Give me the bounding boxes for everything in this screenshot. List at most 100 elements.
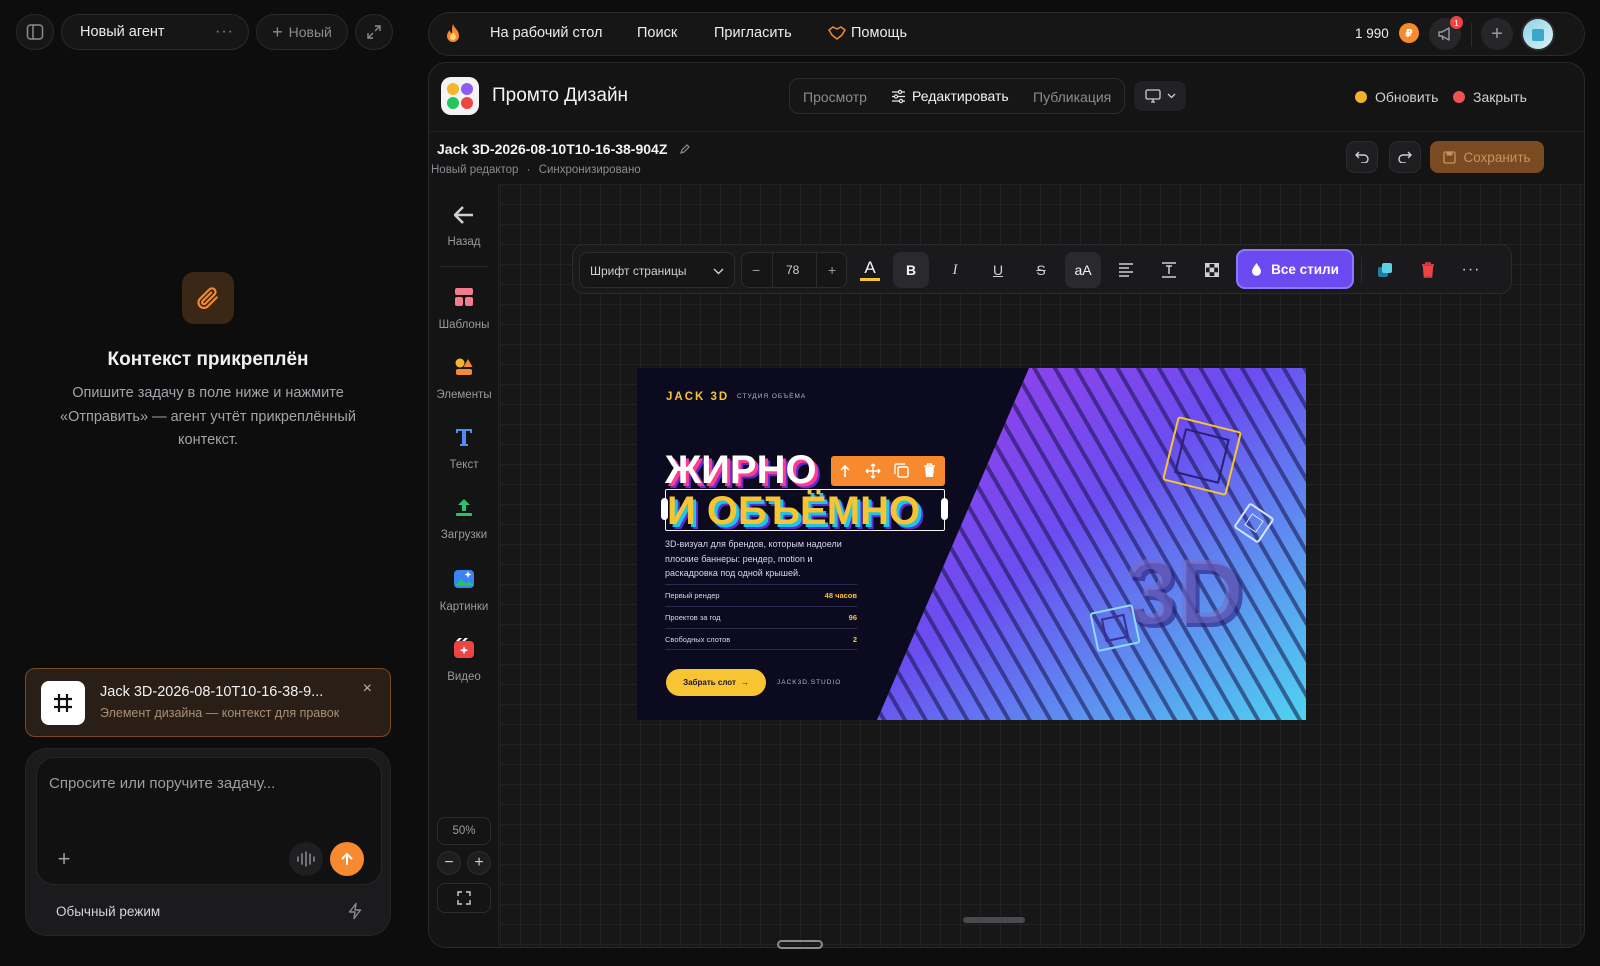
strikethrough-button[interactable]: S	[1023, 252, 1059, 288]
coin-icon: ₽	[1399, 23, 1419, 43]
rail-text[interactable]: Текст	[429, 427, 499, 471]
tool-rail: Назад Шаблоны Элементы Текст Загрузки Ка…	[429, 184, 499, 947]
move-up-icon[interactable]	[839, 464, 851, 478]
align-button[interactable]	[1108, 252, 1144, 288]
new-agent-button[interactable]: + Новый	[256, 14, 348, 50]
art-big-3d[interactable]: 3D	[1125, 546, 1243, 638]
close-label: Закрыть	[1473, 89, 1527, 105]
device-selector[interactable]	[1134, 81, 1186, 111]
agent-selector[interactable]: Новый агент ···	[61, 14, 249, 50]
redo-button[interactable]	[1389, 141, 1421, 173]
font-size-input[interactable]: 78	[786, 263, 799, 277]
agent-name: Новый агент	[80, 24, 165, 40]
stat-value: 96	[848, 613, 857, 622]
fit-screen-button[interactable]	[437, 883, 491, 913]
zoom-out-button[interactable]: −	[437, 851, 461, 875]
transparency-button[interactable]	[1194, 252, 1230, 288]
strikethrough-label: S	[1036, 262, 1046, 278]
avatar-figure	[1532, 29, 1544, 41]
separator: ·	[526, 164, 531, 176]
more-icon[interactable]: ···	[215, 23, 234, 41]
lightning-icon[interactable]	[346, 902, 364, 920]
text-color-button[interactable]: A	[852, 252, 888, 288]
mode-selector[interactable]: Обычный режим	[56, 904, 160, 919]
art-description[interactable]: 3D-визуал для брендов, которым надоели п…	[665, 537, 867, 581]
bottom-home-indicator[interactable]	[777, 940, 823, 949]
bold-button[interactable]: B	[893, 252, 929, 288]
art-headline-1[interactable]: ЖИРНО	[665, 450, 817, 490]
help-link[interactable]: Помощь	[851, 25, 907, 41]
move-icon[interactable]	[865, 463, 881, 479]
tab-publish[interactable]: Публикация	[1033, 89, 1111, 105]
drop-icon	[1252, 263, 1262, 276]
chat-input-area: Спросите или поручите задачу... +	[36, 757, 382, 885]
send-button[interactable]	[330, 842, 364, 876]
design-canvas[interactable]: Шрифт страницы − 78 + A B I U S aA Все с…	[500, 184, 1584, 947]
invite-link[interactable]: Пригласить	[714, 25, 792, 41]
undo-button[interactable]	[1346, 141, 1378, 173]
stat-value: 48 часов	[824, 591, 857, 600]
rail-elements[interactable]: Элементы	[429, 357, 499, 401]
sync-status: Синхронизировано	[538, 164, 641, 176]
rail-uploads[interactable]: Загрузки	[429, 497, 499, 541]
tab-view[interactable]: Просмотр	[803, 89, 867, 105]
trash-icon[interactable]	[923, 463, 936, 478]
pencil-icon[interactable]	[679, 143, 691, 155]
rail-video[interactable]: Видео	[429, 637, 499, 683]
document-title[interactable]: Jack 3D-2026-08-10T10-16-38-904Z	[437, 141, 667, 157]
rail-back[interactable]: Назад	[429, 206, 499, 248]
delete-button[interactable]	[1410, 252, 1446, 288]
more-options-button[interactable]: ···	[1453, 252, 1489, 288]
shapes-icon	[455, 358, 473, 375]
attachment-card[interactable]: Jack 3D-2026-08-10T10-16-38-9... Элемент…	[25, 668, 391, 737]
italic-label: I	[952, 261, 958, 278]
add-attachment-button[interactable]: +	[49, 844, 79, 874]
balance-amount: 1 990	[1355, 26, 1389, 41]
save-label: Сохранить	[1463, 149, 1531, 165]
rail-images[interactable]: Картинки	[429, 567, 499, 613]
text-case-button[interactable]: aA	[1065, 252, 1101, 288]
font-family-select[interactable]: Шрифт страницы	[579, 252, 735, 288]
refresh-button[interactable]: Обновить	[1355, 89, 1438, 105]
art-cta-button[interactable]: Забрать слот →	[666, 669, 766, 696]
voice-input-button[interactable]	[289, 842, 323, 876]
font-size-increase[interactable]: +	[828, 262, 836, 278]
duplicate-icon[interactable]	[894, 463, 909, 478]
zoom-level[interactable]: 50%	[437, 817, 491, 845]
image-sparkle-icon	[454, 570, 474, 588]
selection-handle-left[interactable]	[661, 498, 668, 520]
sidebar-toggle-button[interactable]	[16, 14, 54, 50]
header-divider	[429, 131, 1584, 132]
desktop-link[interactable]: На рабочий стол	[490, 25, 602, 41]
design-artboard[interactable]: JACK 3D СТУДИЯ ОБЪЁМА ЖИРНО И ОБЪЁМНО 3D…	[637, 368, 1306, 720]
italic-button[interactable]: I	[937, 252, 973, 288]
save-button[interactable]: Сохранить	[1430, 141, 1544, 173]
close-dot-icon	[1453, 91, 1465, 103]
expand-button[interactable]	[355, 14, 393, 50]
video-clapper-icon	[454, 638, 474, 658]
tab-edit[interactable]: Редактировать	[912, 88, 1009, 104]
spacing-button[interactable]	[1151, 252, 1187, 288]
art-cta-label: Забрать слот	[683, 678, 736, 687]
layers-icon	[1378, 263, 1392, 277]
search-link[interactable]: Поиск	[637, 25, 677, 41]
remove-attachment-icon[interactable]: ×	[363, 680, 372, 698]
notifications-button[interactable]: 1	[1429, 16, 1463, 50]
flame-logo-icon[interactable]	[443, 23, 463, 45]
avatar[interactable]	[1521, 17, 1555, 51]
close-button[interactable]: Закрыть	[1453, 89, 1527, 105]
handshake-icon	[828, 26, 846, 40]
chat-input[interactable]: Спросите или поручите задачу...	[49, 775, 275, 792]
selection-handle-right[interactable]	[941, 498, 948, 520]
stat-row: Первый рендер 48 часов	[665, 584, 857, 606]
text-color-swatch	[860, 278, 880, 281]
all-styles-button[interactable]: Все стили	[1236, 249, 1354, 289]
horizontal-scrollbar[interactable]	[963, 917, 1025, 923]
zoom-in-button[interactable]: +	[467, 851, 491, 875]
underline-button[interactable]: U	[980, 252, 1016, 288]
layers-button[interactable]	[1367, 252, 1403, 288]
arrow-up-icon	[341, 852, 353, 865]
font-size-decrease[interactable]: −	[752, 262, 760, 278]
rail-templates[interactable]: Шаблоны	[429, 287, 499, 331]
add-button[interactable]: +	[1481, 18, 1513, 50]
